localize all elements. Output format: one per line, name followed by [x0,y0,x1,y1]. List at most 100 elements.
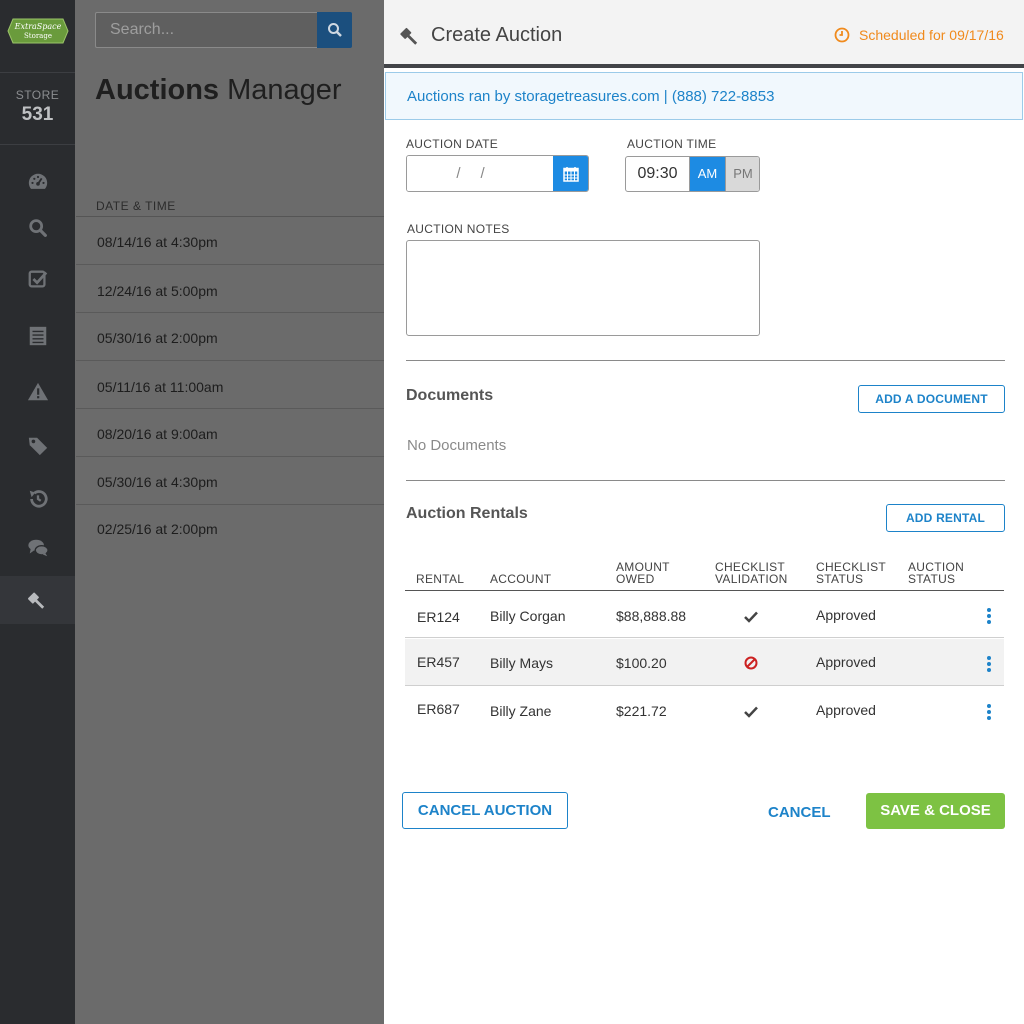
nav-dashboard[interactable] [0,158,75,206]
scheduled-date: Scheduled for 09/17/16 [859,27,1004,43]
header-line: STATUS [816,572,864,586]
auction-date-label: AUCTION DATE [406,137,499,151]
cancel-auction-button[interactable]: CANCEL AUCTION [402,792,568,829]
add-rental-button[interactable]: ADD RENTAL [886,504,1005,532]
checklist-status: Approved [816,654,876,670]
rental-account: Billy Mays [490,655,554,671]
gavel-icon [400,27,418,45]
table-row[interactable]: 02/25/16 at 2:00pm [76,505,384,553]
rental-amount: $100.20 [616,655,667,671]
nav-history[interactable] [0,475,75,523]
rental-row[interactable]: ER124 Billy Corgan $88,888.88 Approved [405,591,1004,638]
rental-account: Billy Corgan [490,608,566,624]
rental-id: ER457 [417,654,460,670]
chat-icon [27,539,49,557]
auction-notes-label: AUCTION NOTES [407,222,510,236]
am-toggle[interactable]: AM [690,157,725,191]
section-divider [406,360,1005,361]
header-line: VALIDATION [715,572,788,586]
auction-time-input[interactable]: 09:30 [626,157,690,191]
header-line: OWED [616,572,655,586]
search-input[interactable] [96,13,317,47]
table-row[interactable]: 08/14/16 at 4:30pm [76,217,384,265]
column-header-date-time[interactable]: DATE & TIME [96,199,176,213]
divider [0,144,75,145]
row-date: 05/30/16 at 4:30pm [97,474,218,490]
warning-icon [27,382,48,401]
ledger-icon [29,326,46,346]
create-auction-panel: Create Auction Scheduled for 09/17/16 Au… [384,0,1024,1024]
auction-date-field [406,155,589,192]
clock-icon [834,27,850,43]
rental-id: ER687 [417,701,460,717]
rental-account: Billy Zane [490,703,552,719]
history-icon [29,490,48,508]
sidebar: ExtraSpace Storage STORE 531 [0,0,75,1024]
nav-messages[interactable] [0,524,75,572]
table-row[interactable]: 12/24/16 at 5:00pm [76,265,384,313]
page-title-rest: Manager [227,74,342,106]
column-header-amount-owed[interactable]: AMOUNT OWED [616,561,670,585]
page-title: Auctions Manager [95,74,342,107]
extraspace-logo[interactable]: ExtraSpace Storage [7,17,69,45]
calendar-button[interactable] [553,156,588,191]
rentals-title: Auction Rentals [406,505,528,522]
auction-date-input[interactable] [407,156,554,191]
auction-time-field: 09:30 AM PM [625,156,760,192]
row-menu-button[interactable] [986,608,992,624]
checklist-icon [28,270,47,288]
add-document-button[interactable]: ADD A DOCUMENT [858,385,1005,413]
store-number[interactable]: 531 [0,104,75,126]
calendar-icon [562,166,579,182]
nav-auctions[interactable] [0,576,75,624]
row-date: 05/30/16 at 2:00pm [97,330,218,346]
column-header-auction-status[interactable]: AUCTION STATUS [908,561,964,585]
row-menu-button[interactable] [986,656,992,672]
tag-icon [28,437,47,456]
check-icon [744,706,758,718]
search-icon [28,219,47,237]
rental-amount: $221.72 [616,703,667,719]
nav-warnings[interactable] [0,368,75,416]
nav-checklist[interactable] [0,255,75,303]
rental-id: ER124 [417,609,460,625]
column-header-checklist-validation[interactable]: CHECKLIST VALIDATION [715,561,788,585]
save-and-close-button[interactable]: SAVE & CLOSE [866,793,1005,829]
table-row[interactable]: 08/20/16 at 9:00am [76,409,384,457]
search-icon [327,23,342,37]
column-header-rental[interactable]: RENTAL [416,573,464,585]
gavel-icon [27,592,44,609]
blocked-icon [744,656,758,670]
divider [0,72,75,73]
search-button[interactable] [317,12,352,48]
row-menu-button[interactable] [986,704,992,720]
header-line: STATUS [908,572,956,586]
rental-row[interactable]: ER687 Billy Zane $221.72 Approved [405,687,1004,734]
rental-row[interactable]: ER457 Billy Mays $100.20 Approved [405,639,1004,686]
row-date: 05/11/16 at 11:00am [97,379,224,395]
checklist-status: Approved [816,607,876,623]
section-divider [406,480,1005,481]
table-row[interactable]: 05/30/16 at 4:30pm [76,457,384,505]
table-row[interactable]: 05/11/16 at 11:00am [76,361,384,409]
banner-text: Auctions ran by storagetreasures.com | (… [407,88,775,105]
auction-notes-textarea[interactable] [406,240,760,336]
row-date: 08/14/16 at 4:30pm [97,234,218,250]
page-title-bold: Auctions [95,74,220,106]
auction-time-label: AUCTION TIME [627,137,717,151]
rental-amount: $88,888.88 [616,608,687,624]
panel-header: Create Auction Scheduled for 09/17/16 [384,0,1024,68]
nav-ledger[interactable] [0,312,75,360]
svg-text:Storage: Storage [24,32,52,40]
column-header-account[interactable]: ACCOUNT [490,573,551,585]
nav-search[interactable] [0,204,75,252]
nav-tags[interactable] [0,422,75,470]
svg-text:ExtraSpace: ExtraSpace [14,22,62,31]
search-box [95,12,317,48]
checklist-status: Approved [816,702,876,718]
table-row[interactable]: 05/30/16 at 2:00pm [76,313,384,361]
cancel-button[interactable]: CANCEL [768,804,831,821]
column-header-checklist-status[interactable]: CHECKLIST STATUS [816,561,886,585]
pm-toggle[interactable]: PM [725,157,759,191]
documents-title: Documents [406,387,494,404]
